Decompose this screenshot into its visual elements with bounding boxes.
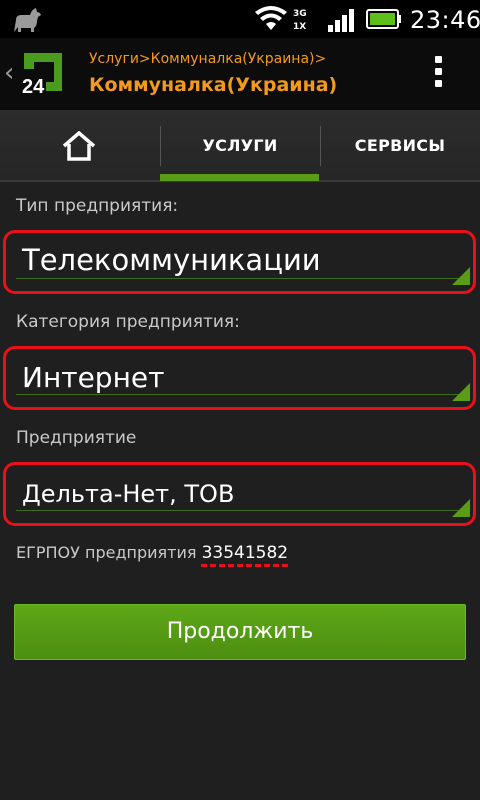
page-title: Коммуналка(Украина)	[89, 74, 338, 96]
enterprise-value: Дельта-Нет, ТОВ	[22, 480, 235, 508]
home-icon	[62, 131, 96, 161]
signal-icon	[328, 9, 354, 32]
overflow-menu-icon[interactable]	[428, 56, 448, 96]
tab-home[interactable]	[0, 110, 160, 182]
tab-services-label: УСЛУГИ	[202, 136, 278, 155]
continue-button-label: Продолжить	[166, 619, 314, 644]
enterprise-type-value: Телекоммуникации	[22, 243, 321, 277]
network-type-line1: 3G	[293, 9, 307, 19]
network-type-line2: 1X	[293, 22, 307, 32]
privat24-logo[interactable]: 24	[18, 51, 64, 97]
continue-button[interactable]: Продолжить	[14, 604, 466, 660]
tab-bar: УСЛУГИ СЕРВИСЫ	[0, 110, 480, 182]
enterprise-select[interactable]: Дельта-Нет, ТОВ	[3, 462, 476, 526]
dropdown-corner-icon	[452, 499, 470, 517]
dropdown-corner-icon	[452, 267, 470, 285]
back-chevron-icon[interactable]: ‹	[4, 60, 14, 86]
enterprise-type-label: Тип предприятия:	[16, 196, 179, 216]
android-creature-icon	[14, 8, 41, 32]
wifi-icon	[255, 6, 287, 30]
enterprise-category-value: Интернет	[22, 361, 165, 394]
battery-icon	[366, 9, 401, 29]
status-bar: 3G 1X 23:46	[0, 0, 480, 38]
logo-text: 24	[22, 76, 45, 97]
action-bar: ‹ 24 Услуги>Коммуналка(Украина)> Коммуна…	[0, 38, 480, 110]
enterprise-category-select[interactable]: Интернет	[3, 346, 476, 410]
tab-services[interactable]: УСЛУГИ	[160, 110, 320, 182]
egrpou-label: ЕГРПОУ предприятия	[16, 543, 197, 562]
active-tab-indicator	[160, 174, 319, 181]
egrpou-row: ЕГРПОУ предприятия 33541582	[16, 543, 288, 563]
enterprise-label: Предприятие	[16, 428, 137, 448]
tab-tools[interactable]: СЕРВИСЫ	[320, 110, 480, 182]
enterprise-type-select[interactable]: Телекоммуникации	[3, 230, 476, 294]
tab-tools-label: СЕРВИСЫ	[354, 136, 446, 155]
clock: 23:46	[410, 6, 480, 34]
enterprise-category-label: Категория предприятия:	[16, 312, 240, 332]
breadcrumb[interactable]: Услуги>Коммуналка(Украина)>	[89, 51, 326, 67]
egrpou-code: 33541582	[201, 543, 289, 563]
dropdown-corner-icon	[452, 383, 470, 401]
network-type-icon: 3G 1X	[291, 4, 321, 34]
